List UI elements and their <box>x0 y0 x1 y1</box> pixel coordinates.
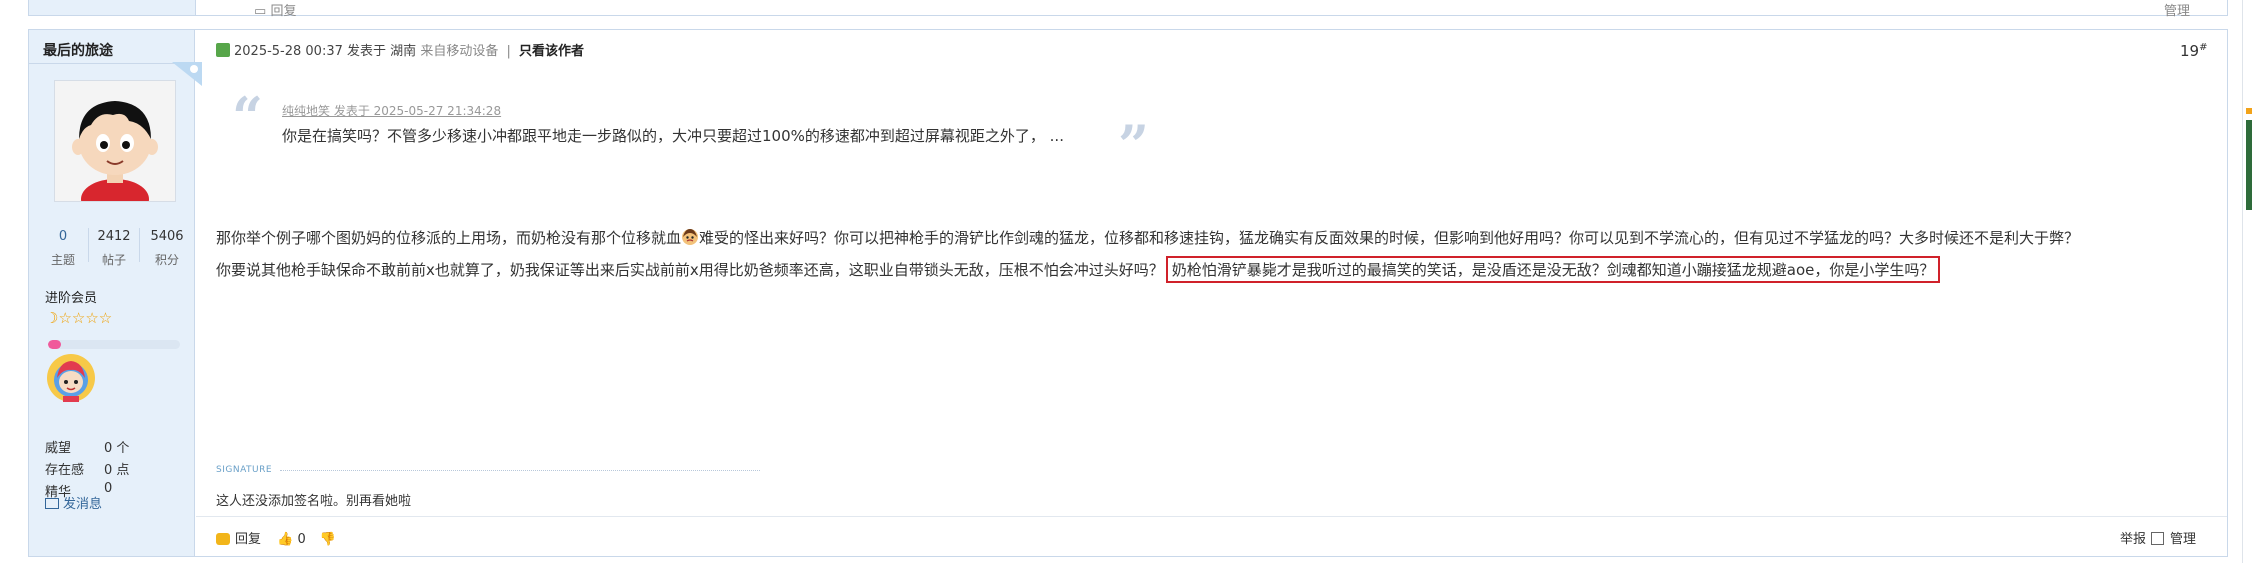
signature-label: SIGNATURE <box>216 465 273 475</box>
quote-source-link[interactable]: 纯纯地笑 发表于 2025-05-27 21:34:28 <box>282 102 501 119</box>
signature-divider <box>280 470 760 471</box>
rank-progress-fill <box>48 340 62 349</box>
manage-checkbox[interactable] <box>2151 532 2165 545</box>
only-author-link[interactable]: 只看该作者 <box>519 44 584 59</box>
previous-author-column <box>29 0 196 15</box>
quote-open-icon: “ <box>232 85 264 149</box>
info-presence-label: 存在感 <box>45 463 85 478</box>
reply-icon: ▭ <box>254 4 267 19</box>
stat-points-label: 积分 <box>154 253 179 267</box>
rank-stars-icon: ☽☆☆☆☆ <box>45 309 113 327</box>
medal-icon[interactable] <box>45 352 97 404</box>
thumbs-down-icon[interactable]: 👎 <box>320 532 336 547</box>
report-link[interactable]: 举报 <box>2120 532 2146 547</box>
info-prestige-label: 威望 <box>45 441 72 456</box>
post-actions: 回复 👍 0 👎 <box>216 528 336 547</box>
send-message-link[interactable]: 发消息 <box>45 493 102 512</box>
avatar[interactable] <box>54 80 176 202</box>
post-text: 难受的怪出来好吗？你可以把神枪手的滑铲比作剑魂的猛龙，位移都和移速挂钩，猛龙确实… <box>699 229 2080 247</box>
quote-close-icon: ” <box>1118 113 1150 177</box>
thumbs-up-icon: 👍 <box>277 532 294 547</box>
user-icon <box>216 43 230 57</box>
post-location: 湖南 <box>390 44 417 59</box>
highlighted-text: 奶枪怕滑铲暴毙才是我听过的最搞笑的笑话，是没盾还是没无敌？剑魂都知道小蹦接猛龙规… <box>1165 256 1941 283</box>
divider <box>196 516 2227 517</box>
stat-points-value[interactable]: 5406 <box>142 229 192 244</box>
envelope-icon <box>45 498 59 509</box>
floor-number[interactable]: 19# <box>2180 42 2207 60</box>
info-prestige-value: 0 个 <box>104 441 130 456</box>
posted-label: 发表于 <box>347 44 387 59</box>
info-presence-value: 0 点 <box>104 463 130 478</box>
reply-button[interactable]: 回复 <box>216 532 261 547</box>
post-body-line: 那你举个例子哪个图奶妈的位移派的上用场，而奶枪没有那个位移就血 难受的怪出来好吗？… <box>216 227 2079 248</box>
user-group-rank[interactable]: 进阶会员 <box>45 287 97 306</box>
stat-posts-label: 帖子 <box>101 253 126 267</box>
divider <box>139 228 140 262</box>
previous-manage-link[interactable]: 管理 <box>2164 0 2190 19</box>
rank-progress-bar <box>48 340 180 349</box>
post-date: 2025-5-28 00:37 <box>234 44 343 59</box>
avatar-cartoon-icon <box>55 81 175 201</box>
previous-reply-link[interactable]: ▭ 回复 <box>254 0 296 19</box>
right-sidebar-edge <box>2242 0 2254 563</box>
stat-posts-value[interactable]: 2412 <box>89 229 139 244</box>
sidebar-thumbnail[interactable] <box>2246 120 2252 210</box>
post-text: 那你举个例子哪个图奶妈的位移派的上用场，而奶枪没有那个位移就血 <box>216 229 682 247</box>
reply-icon <box>216 533 230 545</box>
emoji-icon <box>682 229 699 245</box>
author-name[interactable]: 最后的旅途 <box>43 40 113 60</box>
online-badge-icon <box>172 62 202 86</box>
stat-threads-label: 主题 <box>50 253 75 267</box>
signature-text: 这人还没添加签名啦。别再看她啦 <box>216 494 412 509</box>
sidebar-badge <box>2246 108 2252 114</box>
manage-link[interactable]: 管理 <box>2170 532 2196 547</box>
meta-separator: | <box>506 44 511 59</box>
post-text: 你要说其他枪手缺保命不敢前前x也就算了，奶我保证等出来后实战前前x用得比奶爸频率… <box>216 261 1164 279</box>
post-meta: 2025-5-28 00:37 发表于 湖南 来自移动设备 | 只看该作者 <box>216 40 584 59</box>
post-body-line: 你要说其他枪手缺保命不敢前前x也就算了，奶我保证等出来后实战前前x用得比奶爸频率… <box>216 256 1941 283</box>
stat-threads-value[interactable]: 0 <box>38 229 88 244</box>
previous-post-footer: ▭ 回复 管理 <box>28 0 2228 19</box>
post-device: 来自移动设备 <box>420 44 499 59</box>
like-button[interactable]: 👍 0 <box>277 532 306 547</box>
post-admin-actions: 举报 管理 <box>2120 528 2196 547</box>
divider <box>29 63 195 64</box>
quote-text: 你是在搞笑吗？不管多少移速小冲都跟平地走一步路似的，大冲只要超过100%的移速都… <box>282 127 1064 145</box>
info-digest-value: 0 <box>104 481 113 496</box>
